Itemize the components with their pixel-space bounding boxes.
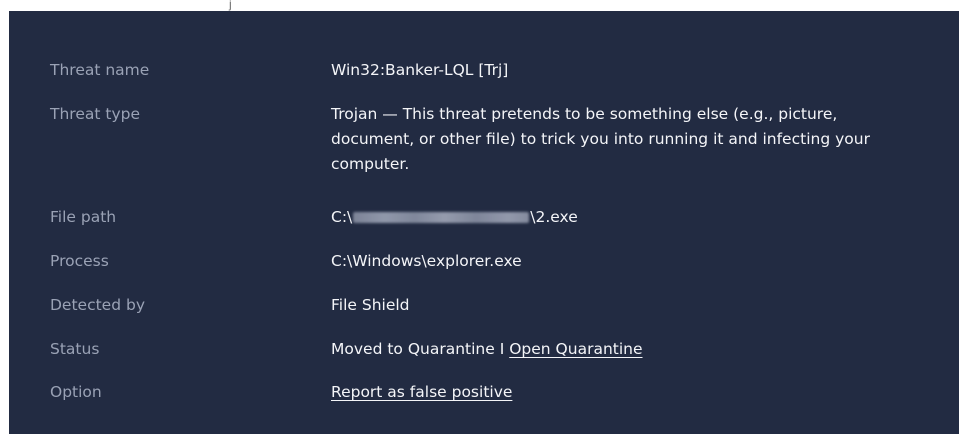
process-value: C:\Windows\explorer.exe	[331, 252, 522, 270]
top-strip: j	[0, 0, 959, 11]
threat-name-label: Threat name	[50, 61, 150, 79]
threat-details-panel: Threat name Win32:Banker-LQL [Trj] Threa…	[9, 11, 959, 434]
threat-type-value: Trojan — This threat pretends to be some…	[331, 105, 870, 173]
file-path-prefix: C:\	[331, 208, 353, 226]
status-separator: I	[494, 340, 510, 358]
report-false-positive-link[interactable]: Report as false positive	[331, 383, 512, 401]
detected-by-label: Detected by	[50, 296, 145, 314]
file-path-value: C:\ \2.exe	[331, 205, 921, 229]
status-text: Moved to Quarantine	[331, 340, 495, 358]
cropped-heading-glyph: j	[229, 0, 232, 11]
file-path-label: File path	[50, 208, 117, 226]
status-label: Status	[50, 340, 100, 358]
open-quarantine-link[interactable]: Open Quarantine	[509, 340, 642, 358]
threat-type-label: Threat type	[50, 105, 140, 123]
file-path-suffix: \2.exe	[530, 208, 578, 226]
status-value: Moved to Quarantine I Open Quarantine	[331, 337, 921, 361]
process-label: Process	[50, 252, 109, 270]
option-value: Report as false positive	[331, 380, 921, 404]
option-label: Option	[50, 383, 102, 401]
detected-by-value: File Shield	[331, 296, 410, 314]
redacted-path-segment	[353, 212, 530, 223]
threat-name-value: Win32:Banker-LQL [Trj]	[331, 61, 509, 79]
